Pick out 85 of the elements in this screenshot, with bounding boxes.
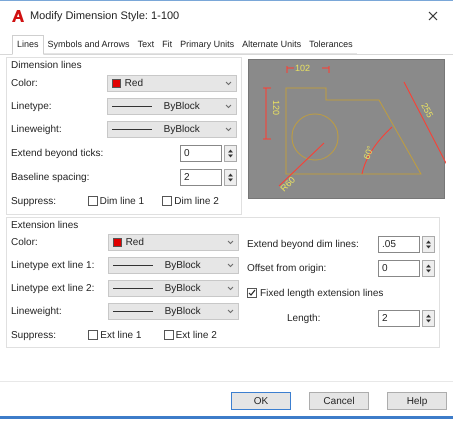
dropdown-value: Red	[124, 77, 144, 91]
dropdown-value: ByBlock	[162, 123, 201, 137]
number-field[interactable]: 0	[378, 260, 420, 276]
dropdown[interactable]: ByBlock	[106, 121, 237, 138]
spin-button[interactable]	[422, 310, 435, 326]
field-label: Extend beyond ticks:	[11, 146, 104, 160]
dropdown[interactable]: Red	[108, 234, 239, 251]
field-label: Baseline spacing:	[11, 170, 90, 184]
checkbox[interactable]	[247, 288, 257, 298]
field-label: Color:	[11, 236, 39, 250]
checkbox-label: Ext line 2	[176, 328, 217, 342]
caret-icon	[225, 81, 232, 86]
dropdown[interactable]: ByBlock	[106, 98, 237, 115]
field-label: Length:	[287, 312, 322, 326]
tab[interactable]: Symbols and Arrows	[44, 37, 134, 54]
dropdown[interactable]: Red	[106, 75, 237, 92]
tab[interactable]: Text	[134, 37, 158, 54]
tab[interactable]: Tolerances	[305, 37, 357, 54]
field-label: Color:	[11, 77, 39, 91]
dimension-text: 60°	[361, 144, 376, 161]
checkbox[interactable]	[88, 330, 98, 340]
caret-icon	[225, 104, 232, 109]
dropdown[interactable]: ByBlock	[108, 280, 239, 297]
caret-icon	[227, 309, 234, 314]
caret-icon	[227, 286, 234, 291]
number-field[interactable]: 2	[378, 310, 420, 326]
spin-button[interactable]	[224, 168, 237, 186]
spin-arrows-icon	[426, 314, 431, 322]
field-label: Extend beyond dim lines:	[247, 238, 360, 252]
caret-icon	[225, 127, 232, 132]
caret-icon	[227, 263, 234, 268]
field-label: Lineweight:	[11, 123, 63, 137]
tab[interactable]: Primary Units	[176, 37, 238, 54]
group-title: Dimension lines	[11, 59, 83, 72]
close-icon	[428, 11, 438, 21]
tab[interactable]: Fit	[158, 37, 176, 54]
checkbox-label: Dim line 1	[100, 194, 144, 208]
spin-arrows-icon	[228, 148, 233, 158]
checkbox[interactable]	[162, 196, 172, 206]
checkbox-label: Ext line 1	[100, 328, 142, 342]
number-field[interactable]: 2	[180, 168, 222, 186]
dimension-text: 255	[419, 101, 436, 120]
line-sample-icon	[112, 105, 152, 108]
dropdown-value: ByBlock	[164, 282, 202, 296]
spin-arrows-icon	[426, 240, 431, 248]
group-title: Extension lines	[11, 219, 80, 231]
line-sample-icon	[112, 287, 153, 290]
field-label: Suppress:	[11, 328, 58, 342]
line-sample-icon	[112, 128, 152, 131]
checkbox-label: Dim line 2	[174, 194, 219, 208]
field-label: Lineweight:	[11, 305, 63, 319]
window-title: Modify Dimension Style: 1-100	[30, 8, 180, 24]
caret-icon	[227, 240, 234, 245]
checkbox-label: Fixed length extension lines	[260, 286, 384, 300]
field-label: Linetype ext line 1:	[11, 259, 96, 273]
dropdown-value: Red	[126, 236, 145, 250]
spin-button[interactable]	[422, 260, 435, 276]
field-label: Suppress:	[11, 194, 58, 208]
dropdown-value: ByBlock	[164, 259, 202, 273]
tab[interactable]: Alternate Units	[238, 37, 306, 54]
dropdown[interactable]: ByBlock	[108, 303, 239, 320]
dropdown-value: ByBlock	[164, 305, 202, 319]
dimension-text: 102	[295, 63, 310, 73]
checkbox[interactable]	[164, 330, 174, 340]
spin-button[interactable]	[224, 144, 237, 162]
dimension-text: R60	[278, 174, 298, 194]
dropdown[interactable]: ByBlock	[108, 257, 239, 274]
field-label: Linetype ext line 2:	[11, 282, 96, 296]
dialog-button[interactable]: Help	[387, 392, 447, 410]
dimension-text: 120	[271, 100, 281, 116]
tab[interactable]: Lines	[12, 35, 44, 55]
app-logo-icon	[12, 10, 24, 22]
dropdown-value: ByBlock	[162, 100, 201, 114]
dialog-button[interactable]: OK	[231, 392, 291, 410]
line-sample-icon	[112, 310, 153, 313]
number-field[interactable]: 0	[180, 144, 222, 162]
spin-arrows-icon	[228, 172, 233, 182]
field-label: Offset from origin:	[247, 262, 328, 276]
dialog-button[interactable]: Cancel	[309, 392, 369, 410]
spin-button[interactable]	[422, 236, 435, 252]
spin-arrows-icon	[426, 264, 431, 272]
line-sample-icon	[112, 264, 153, 267]
number-field[interactable]: .05	[378, 236, 420, 252]
checkbox[interactable]	[88, 196, 98, 206]
field-label: Linetype:	[11, 100, 53, 114]
